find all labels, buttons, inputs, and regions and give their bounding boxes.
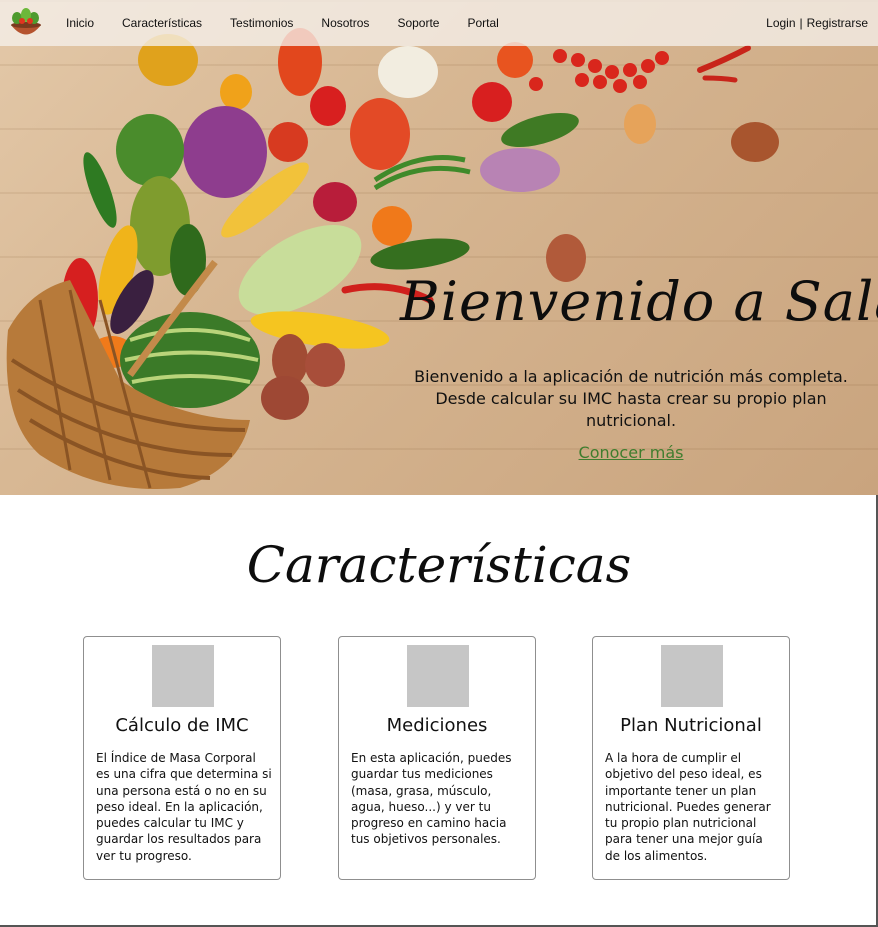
feature-card-plan-nutricional: Plan Nutricional A la hora de cumplir el… (592, 636, 790, 880)
feature-card-title: Cálculo de IMC (115, 715, 249, 736)
hero-subtitle: Bienvenido a la aplicación de nutrición … (414, 367, 848, 430)
feature-card-title: Plan Nutricional (620, 715, 762, 736)
hero-section: Inicio Características Testimonios Nosot… (0, 0, 878, 495)
feature-card-text: El Índice de Masa Corporal es una cifra … (96, 751, 272, 863)
auth-links: Login | Registrarse (766, 0, 868, 46)
feature-image-placeholder (407, 645, 469, 707)
login-link[interactable]: Login (766, 16, 795, 30)
nav-link-portal[interactable]: Portal (467, 16, 498, 30)
feature-image-placeholder (152, 645, 214, 707)
feature-card-title: Mediciones (386, 715, 488, 736)
salad-bowl-icon[interactable] (8, 6, 44, 42)
auth-separator: | (799, 16, 803, 30)
feature-image-placeholder (661, 645, 723, 707)
nav-link-caracteristicas[interactable]: Características (122, 16, 202, 30)
nav-links: Inicio Características Testimonios Nosot… (66, 0, 527, 46)
features-title: Características (246, 536, 632, 594)
nav-link-soporte[interactable]: Soporte (397, 16, 439, 30)
nav-link-testimonios[interactable]: Testimonios (230, 16, 293, 30)
navbar: Inicio Características Testimonios Nosot… (0, 0, 878, 46)
feature-card-imc: Cálculo de IMC El Índice de Masa Corpora… (83, 636, 281, 880)
register-link[interactable]: Registrarse (807, 16, 868, 30)
feature-card-text: A la hora de cumplir el objetivo del pes… (605, 751, 771, 863)
feature-card-text: En esta aplicación, puedes guardar tus m… (351, 751, 512, 847)
learn-more-link[interactable]: Conocer más (400, 443, 862, 462)
hero-title: Bienvenido a Salad (400, 270, 878, 333)
feature-card-mediciones: Mediciones En esta aplicación, puedes gu… (338, 636, 536, 880)
nav-link-nosotros[interactable]: Nosotros (321, 16, 369, 30)
nav-link-inicio[interactable]: Inicio (66, 16, 94, 30)
